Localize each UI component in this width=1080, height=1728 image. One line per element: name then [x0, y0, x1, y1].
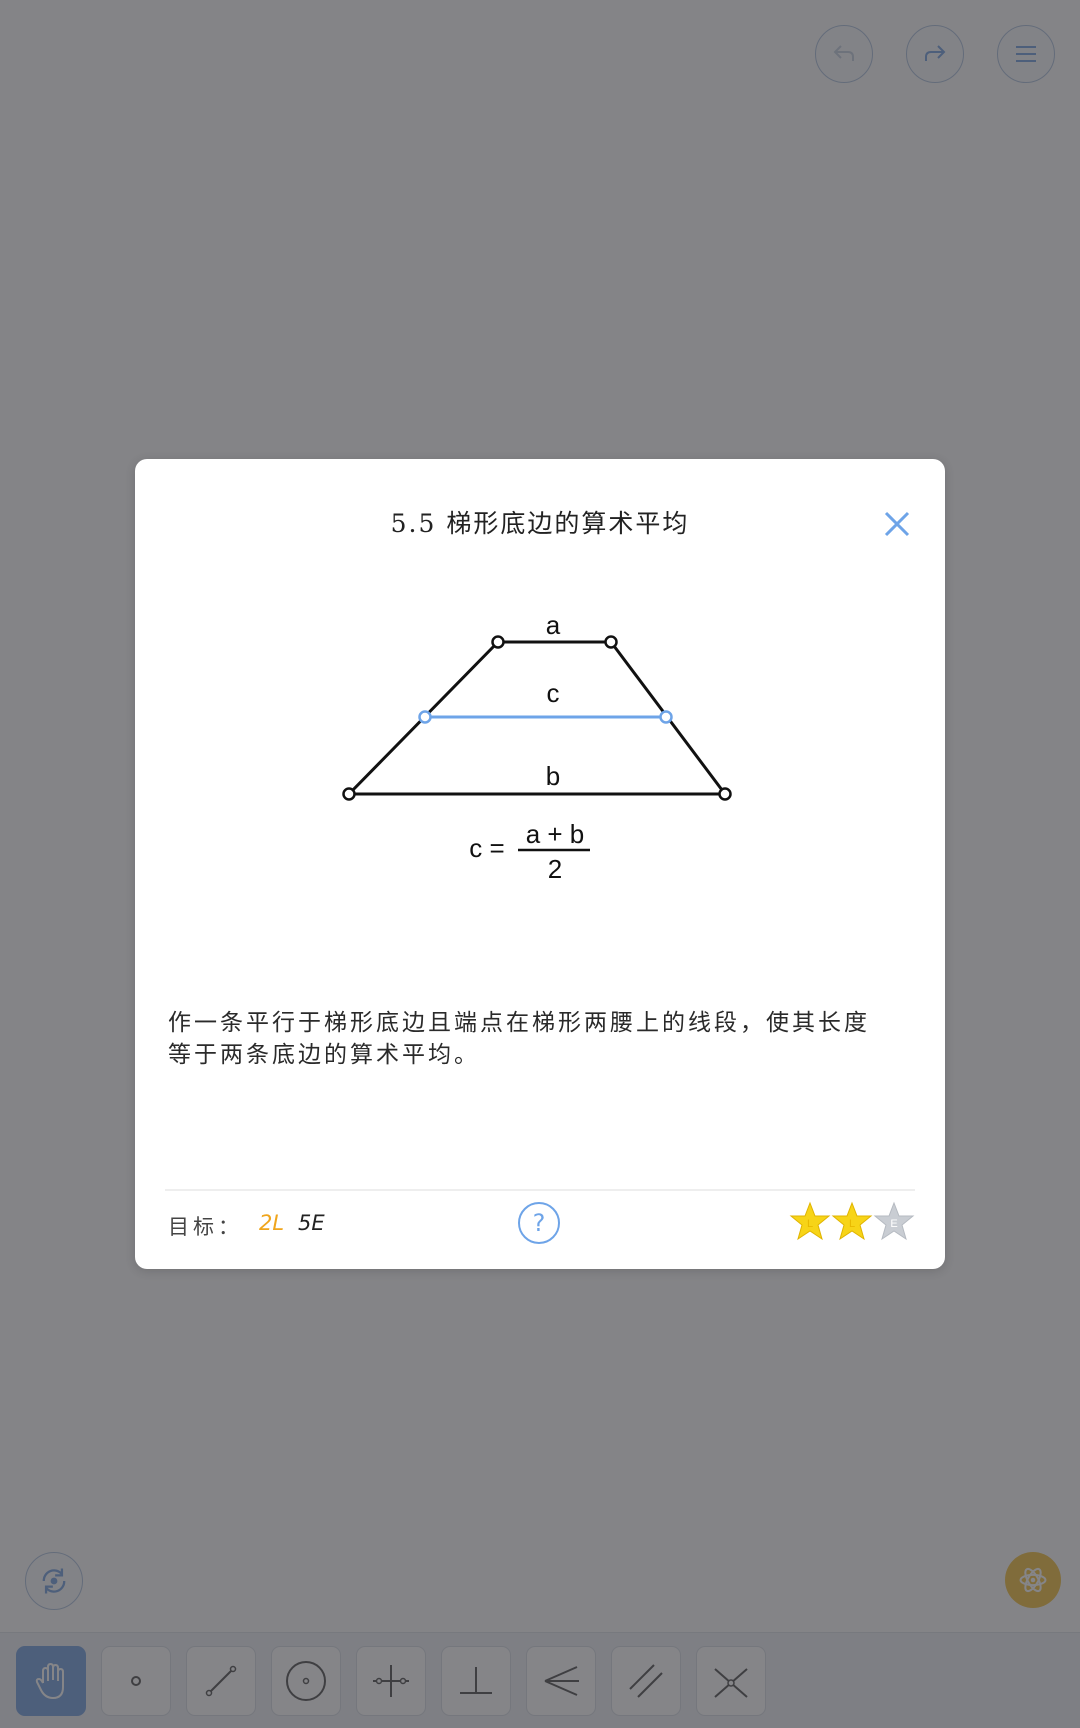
trapezoid-figure: a c b c = a + b 2	[342, 610, 732, 879]
task-description: 作一条平行于梯形底边且端点在梯形两腰上的线段，使其长度 等于两条底边的算术平均。	[168, 1007, 908, 1071]
vertex-point	[604, 635, 618, 649]
description-line: 等于两条底边的算术平均。	[168, 1042, 480, 1068]
star-label: L	[849, 1218, 855, 1230]
level-dialog: 5.5 梯形底边的算术平均 a c b c = a + b 2 作一条平行于梯形…	[135, 459, 945, 1269]
divider	[165, 1189, 915, 1191]
vertex-point	[718, 787, 732, 801]
formula-lhs: c =	[469, 833, 504, 863]
formula-denominator: 2	[548, 854, 562, 879]
label-a: a	[546, 610, 561, 640]
label-c: c	[547, 678, 560, 708]
description-line: 作一条平行于梯形底边且端点在梯形两腰上的线段，使其长度	[168, 1010, 870, 1036]
goal-e-value: 5E	[298, 1211, 325, 1235]
help-button[interactable]: ?	[518, 1202, 560, 1244]
midpoint	[659, 710, 673, 724]
close-x-icon	[884, 511, 910, 537]
star-earned-l: L	[831, 1201, 873, 1241]
question-icon: ?	[532, 1209, 546, 1237]
midpoint	[418, 710, 432, 724]
goal-l-value: 2L	[259, 1211, 285, 1235]
level-title: 5.5 梯形底边的算术平均	[390, 509, 690, 538]
star-earned-l: L	[789, 1201, 831, 1241]
formula-numerator: a + b	[526, 819, 585, 849]
star-label: E	[890, 1218, 897, 1230]
label-b: b	[546, 761, 560, 791]
star-label: L	[807, 1218, 813, 1230]
goal-label: 目标：	[168, 1215, 243, 1239]
star-empty-e: E	[873, 1201, 915, 1241]
vertex-point	[491, 635, 505, 649]
close-button[interactable]	[880, 507, 914, 541]
vertex-point	[342, 787, 356, 801]
